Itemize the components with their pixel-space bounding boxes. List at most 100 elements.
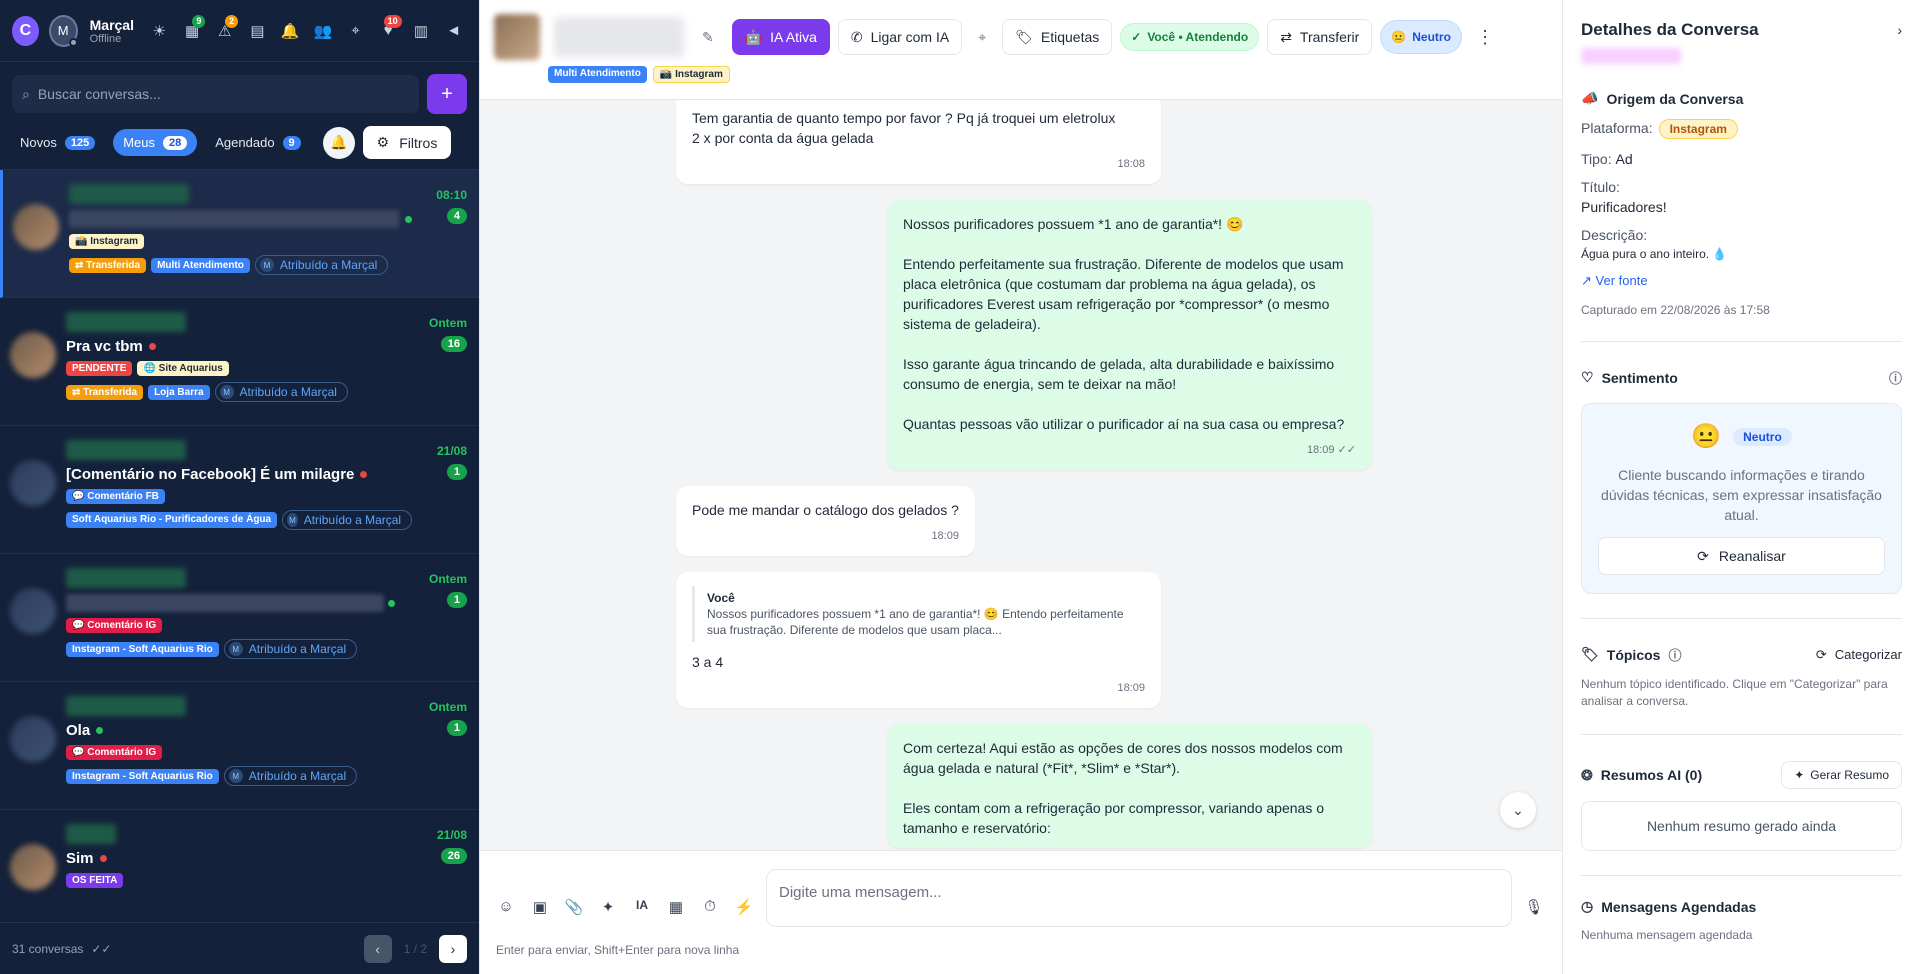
ia-active-button[interactable]: 🤖 IA Ativa xyxy=(731,19,830,55)
microphone-icon[interactable]: 🎙 xyxy=(1522,898,1546,916)
tab-meus[interactable]: Meus 28 xyxy=(113,129,198,156)
pending-tag: PENDENTE xyxy=(66,361,133,376)
ia-button[interactable]: IA xyxy=(632,898,652,916)
info-icon[interactable]: ⓘ xyxy=(1668,645,1681,664)
tab-label: Novos xyxy=(20,135,57,150)
conversation-title: Sim xyxy=(66,850,94,867)
contact-name-blurred xyxy=(66,440,186,460)
megaphone-icon: 📣 xyxy=(1581,90,1599,106)
more-options-icon[interactable]: ⋮ xyxy=(1476,27,1494,48)
instagram-tag: 📸 Instagram xyxy=(652,66,730,83)
chart-icon[interactable]: ▥ xyxy=(408,16,435,46)
unread-count: 26 xyxy=(440,848,467,864)
list-item[interactable]: 💬 Comentário IG Instagram - Soft Aquariu… xyxy=(0,554,479,682)
lightning-icon[interactable]: ⚡ xyxy=(734,898,754,916)
conversation-time: Ontem xyxy=(428,572,467,586)
call-ai-button[interactable]: ✆ Ligar com IA xyxy=(837,19,963,55)
page-tag: Soft Aquarius Rio - Purificadores de Águ… xyxy=(66,512,278,528)
online-dot xyxy=(96,727,104,734)
user-info[interactable]: Marçal Offline xyxy=(90,17,134,45)
check-circle-icon: ✓ xyxy=(1131,30,1142,44)
app-logo[interactable]: C xyxy=(12,15,39,46)
prev-page-button[interactable]: ‹ xyxy=(363,934,392,963)
tags-button[interactable]: 🏷 Etiquetas xyxy=(1002,19,1113,55)
info-icon[interactable]: ⓘ xyxy=(1889,368,1902,387)
message-input[interactable] xyxy=(766,869,1512,927)
quoted-message[interactable]: Você Nossos purificadores possuem *1 ano… xyxy=(692,586,1145,642)
generate-summary-button[interactable]: ✦ Gerar Resumo xyxy=(1781,761,1902,789)
message-incoming: Você Nossos purificadores possuem *1 ano… xyxy=(676,572,1161,708)
filters-button[interactable]: ⚙ Filtros xyxy=(362,126,452,159)
location-icon[interactable]: ⌖ xyxy=(978,29,986,46)
bell-icon[interactable]: 🔔 xyxy=(277,16,304,46)
contact-name-blurred xyxy=(554,17,684,57)
message-text: 3 a 4 xyxy=(692,654,724,670)
external-link-icon: ↗ xyxy=(1581,273,1592,288)
conversation-sidebar: C M Marçal Offline ☀ ▦ 9 ⚠ 2 ▤ 🔔 👥 ⌖ ♥ 10 ▥… xyxy=(0,0,479,974)
contact-avatar[interactable] xyxy=(494,14,540,60)
warning-badge: 2 xyxy=(225,14,239,28)
list-item[interactable]: Ola 💬 Comentário IG Instagram - Soft Aqu… xyxy=(0,682,479,810)
unread-dot xyxy=(360,471,368,478)
list-item[interactable]: [Comentário no Facebook] É um milagre 💬 … xyxy=(0,426,479,554)
sparkles-icon[interactable]: ✦ xyxy=(598,898,618,916)
sentiment-badge[interactable]: 😐 Neutro xyxy=(1380,20,1462,54)
message-incoming: Tem garantia de quanto tempo por favor ?… xyxy=(676,100,1161,184)
unread-count: 1 xyxy=(446,464,467,480)
chevron-right-icon[interactable]: › xyxy=(1897,22,1902,38)
pagination: ‹ 1 / 2 › xyxy=(363,934,467,963)
chevron-down-icon: ⌄ xyxy=(1512,801,1524,818)
list-item[interactable]: 📸 Instagram ⇄ Transferida Multi Atendime… xyxy=(0,170,479,298)
attach-icon[interactable]: 📎 xyxy=(564,898,584,916)
quote-author: Você xyxy=(707,591,735,605)
user-name: Marçal xyxy=(89,16,134,33)
timer-icon[interactable]: ⏱ xyxy=(700,898,720,916)
transfer-button[interactable]: ⇄ Transferir xyxy=(1267,19,1373,55)
categorize-button[interactable]: ⟳ Categorizar xyxy=(1816,647,1902,663)
status-badge: ✓ Você • Atendendo xyxy=(1120,23,1260,51)
sticker-icon[interactable]: ▣ xyxy=(530,898,550,916)
tab-agendado[interactable]: Agendado 9 xyxy=(205,129,310,156)
document-icon[interactable]: ▤ xyxy=(244,16,271,46)
calendar-check-icon[interactable]: ▦ 9 xyxy=(179,14,206,46)
calendar-icon[interactable]: ▦ xyxy=(666,898,686,916)
tab-novos[interactable]: Novos 125 xyxy=(10,129,105,156)
tab-count: 9 xyxy=(282,135,301,150)
view-source-link[interactable]: ↗ Ver fonte xyxy=(1581,273,1902,289)
conversation-time: Ontem xyxy=(428,700,467,714)
users-icon[interactable]: 👥 xyxy=(310,16,337,46)
edit-icon[interactable]: ✎ xyxy=(702,29,714,46)
search-input[interactable] xyxy=(37,86,409,102)
user-avatar[interactable]: M xyxy=(48,14,78,47)
reanalyze-button[interactable]: ⟳ Reanalisar xyxy=(1598,537,1885,575)
megaphone-icon[interactable]: ◄ xyxy=(440,16,467,46)
transferred-tag: ⇄ Transferida xyxy=(66,384,144,400)
new-conversation-button[interactable]: + xyxy=(427,74,467,114)
sparkles-icon: ✦ xyxy=(1794,768,1805,782)
message-outgoing: Nossos purificadores possuem *1 ano de g… xyxy=(887,200,1372,470)
transfer-icon: ⇄ xyxy=(1280,28,1292,45)
conversation-time: 21/08 xyxy=(436,444,467,458)
next-page-button[interactable]: › xyxy=(439,934,467,963)
search-icon: ⌕ xyxy=(22,85,30,102)
warning-icon[interactable]: ⚠ 2 xyxy=(211,14,239,46)
tab-count: 28 xyxy=(163,135,188,150)
contact-name-blurred xyxy=(66,696,186,716)
tag-heart-icon[interactable]: ♥ 10 xyxy=(375,14,402,46)
list-item[interactable]: Pra vc tbm PENDENTE 🌐 Site Aquarius ⇄ Tr… xyxy=(0,298,479,426)
refresh-icon: ⟳ xyxy=(1815,646,1827,662)
phone-icon: ✆ xyxy=(850,28,863,45)
message-meta: 18:09 ✓✓ xyxy=(903,440,1356,460)
scroll-down-button[interactable]: ⌄ xyxy=(1500,792,1536,828)
tab-count: 125 xyxy=(64,135,96,150)
message-paragraph: Eles contam com a refrigeração por compr… xyxy=(903,800,1328,836)
message-composer: ☺ ▣ 📎 ✦ IA ▦ ⏱ ⚡ 🎙 Enter para enviar, Sh… xyxy=(480,850,1562,974)
sun-icon[interactable]: ☀ xyxy=(146,16,173,46)
list-item[interactable]: Sim OS FEITA 21/08 26 xyxy=(0,810,479,922)
unread-dot xyxy=(148,343,156,350)
emoji-icon[interactable]: ☺ xyxy=(496,898,516,916)
tag-icon: 🏷 xyxy=(1581,646,1599,662)
notification-filter-button[interactable]: 🔔 xyxy=(322,126,355,159)
map-pin-icon[interactable]: ⌖ xyxy=(342,16,369,46)
contact-subtitle-blurred xyxy=(1581,48,1681,64)
